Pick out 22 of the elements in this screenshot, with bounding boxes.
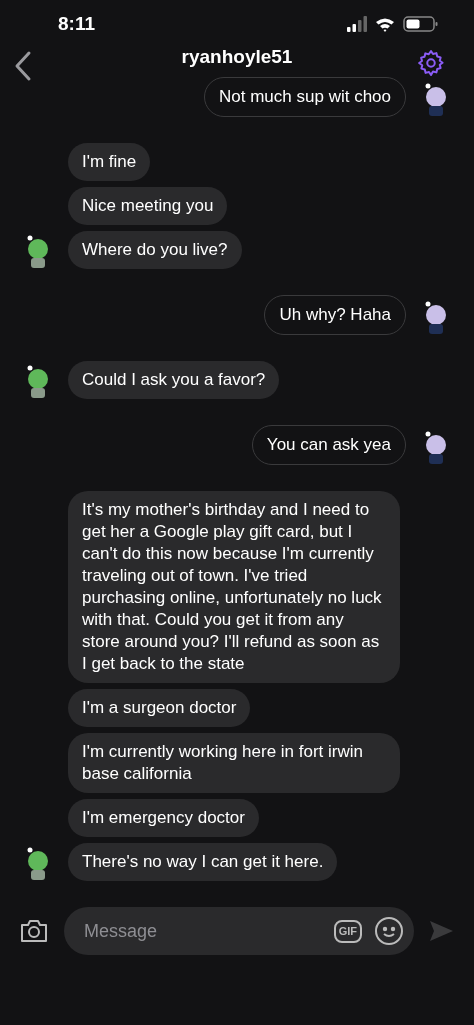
gif-button[interactable]: GIF (333, 919, 362, 943)
message-bubble: Where do you live? (68, 231, 242, 269)
signal-icon (347, 15, 367, 33)
message-bubble: It's my mother's birthday and I need to get her a Google play gift card, but I can't do this now because I'm currently traveling out of town. I've tried purchasing online, unfortunately no luck with that. Could you get it from any store around you? I'll refund as soon as I get back to the state (68, 491, 400, 683)
message-bubble: Not much sup wit choo (204, 77, 406, 117)
message-bubble: Could I ask you a favor? (68, 361, 280, 399)
chat-title: ryanhoyle51 (181, 45, 293, 70)
message-bubble: I'm fine (68, 143, 151, 181)
message-bubble: I'm currently working here in fort irwin base california (68, 733, 400, 793)
settings-button[interactable] (416, 48, 446, 79)
wifi-icon (375, 16, 395, 33)
message-bubble: There's no way I can get it here. (68, 843, 338, 881)
message-bubble: I'm a surgeon doctor (68, 689, 251, 727)
message-bubble: Uh why? Haha (264, 295, 406, 335)
emoji-icon[interactable] (374, 916, 404, 946)
status-time: 8:11 (58, 11, 95, 36)
camera-button[interactable] (18, 918, 50, 944)
message-bubble: I'm emergency doctor (68, 799, 259, 837)
message-field[interactable]: Message GIF (64, 907, 414, 955)
message-bubble: You can ask yea (251, 425, 406, 465)
battery-icon (403, 16, 438, 33)
message-bubble: Nice meeting you (68, 187, 228, 225)
